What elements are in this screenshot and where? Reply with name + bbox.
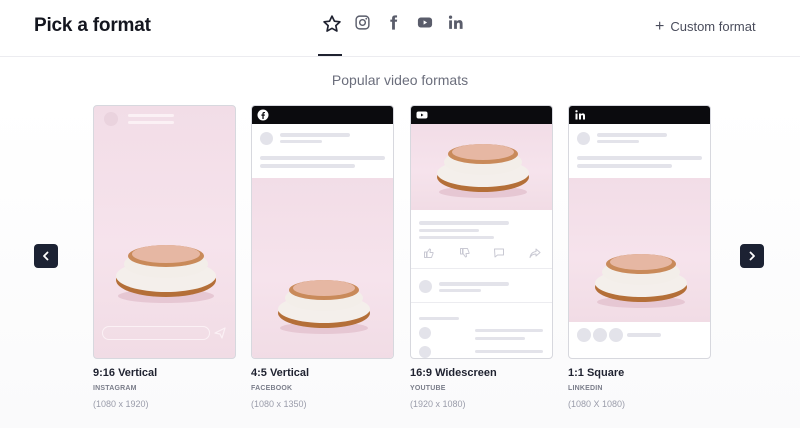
carousel-next-button[interactable] <box>740 244 764 268</box>
chevron-left-icon <box>43 251 49 261</box>
carousel-prev-button[interactable] <box>34 244 58 268</box>
avatar <box>260 132 273 145</box>
linkedin-icon <box>575 110 585 120</box>
format-dimensions: (1080 x 1350) <box>251 399 307 409</box>
facebook-icon <box>390 15 398 30</box>
brand-bar <box>569 106 710 124</box>
video-image <box>411 124 552 210</box>
format-title: 4:5 Vertical <box>251 367 310 379</box>
post-image <box>252 178 393 358</box>
avatar <box>577 132 590 145</box>
placeholder-line <box>260 156 385 160</box>
placeholder-line <box>597 133 667 137</box>
placeholder-line <box>577 164 672 168</box>
send-icon <box>214 327 226 339</box>
placeholder-line <box>475 329 543 332</box>
donut-image <box>437 144 529 198</box>
placeholder-line <box>128 121 174 124</box>
format-tabs <box>316 14 471 56</box>
brand-bar <box>411 106 552 124</box>
placeholder-line <box>577 156 702 160</box>
placeholder-line <box>439 282 509 286</box>
avatar <box>419 346 431 358</box>
placeholder-line <box>280 133 350 137</box>
instagram-icon <box>355 15 370 30</box>
linkedin-icon <box>448 15 463 29</box>
placeholder-line <box>627 333 661 337</box>
thumbs-up-icon <box>424 248 434 258</box>
placeholder-line <box>128 114 174 117</box>
format-title: 1:1 Square <box>568 367 625 379</box>
tab-instagram[interactable] <box>347 14 378 42</box>
star-icon <box>322 15 341 32</box>
tab-linkedin[interactable] <box>440 14 471 42</box>
avatar <box>104 112 118 126</box>
format-dimensions: (1080 x 1920) <box>93 399 149 409</box>
format-title: 9:16 Vertical <box>93 367 158 379</box>
reaction-icon <box>577 328 591 342</box>
avatar <box>419 327 431 339</box>
divider <box>411 268 552 269</box>
post-image <box>569 178 710 322</box>
placeholder-line <box>419 236 494 239</box>
placeholder-line <box>419 317 459 320</box>
header-bar: Pick a format + Custom format <box>0 0 800 57</box>
reaction-icon <box>593 328 607 342</box>
facebook-icon <box>257 109 269 121</box>
plus-icon: + <box>655 17 665 35</box>
placeholder-line <box>419 229 479 232</box>
placeholder-line <box>475 337 525 340</box>
youtube-icon <box>417 17 432 28</box>
format-dimensions: (1080 X 1080) <box>568 399 626 409</box>
message-field <box>102 326 210 340</box>
section-title: Popular video formats <box>331 72 469 88</box>
placeholder-line <box>597 140 639 143</box>
format-platform: FACEBOOK <box>251 385 293 392</box>
chevron-right-icon <box>749 251 755 261</box>
format-dimensions: (1920 x 1080) <box>410 399 466 409</box>
placeholder-line <box>280 140 322 143</box>
thumbs-down-icon <box>460 248 470 258</box>
format-title: 16:9 Widescreen <box>410 367 497 379</box>
custom-format-label: Custom format <box>670 19 756 34</box>
donut-image <box>116 245 216 303</box>
custom-format-button[interactable]: + Custom format <box>655 17 756 35</box>
tab-star[interactable] <box>316 14 347 56</box>
tab-youtube[interactable] <box>409 14 440 42</box>
tab-facebook[interactable] <box>378 14 409 42</box>
placeholder-line <box>475 350 543 353</box>
comment-icon <box>494 248 504 258</box>
divider <box>411 302 552 303</box>
facebook-post-preview <box>251 105 394 359</box>
placeholder-line <box>419 221 509 225</box>
placeholder-line <box>260 164 355 168</box>
youtube-video-preview <box>410 105 553 359</box>
donut-image <box>278 280 370 334</box>
reaction-icon <box>609 328 623 342</box>
share-icon <box>529 248 541 258</box>
format-platform: LINKEDIN <box>568 385 603 392</box>
format-platform: YOUTUBE <box>410 385 446 392</box>
placeholder-line <box>439 289 481 292</box>
avatar <box>419 280 432 293</box>
format-platform: INSTAGRAM <box>93 385 137 392</box>
brand-bar <box>252 106 393 124</box>
linkedin-post-preview <box>568 105 711 359</box>
page-title: Pick a format <box>34 15 151 36</box>
instagram-story-preview <box>93 105 236 359</box>
donut-image <box>595 254 687 308</box>
youtube-icon <box>416 111 428 119</box>
